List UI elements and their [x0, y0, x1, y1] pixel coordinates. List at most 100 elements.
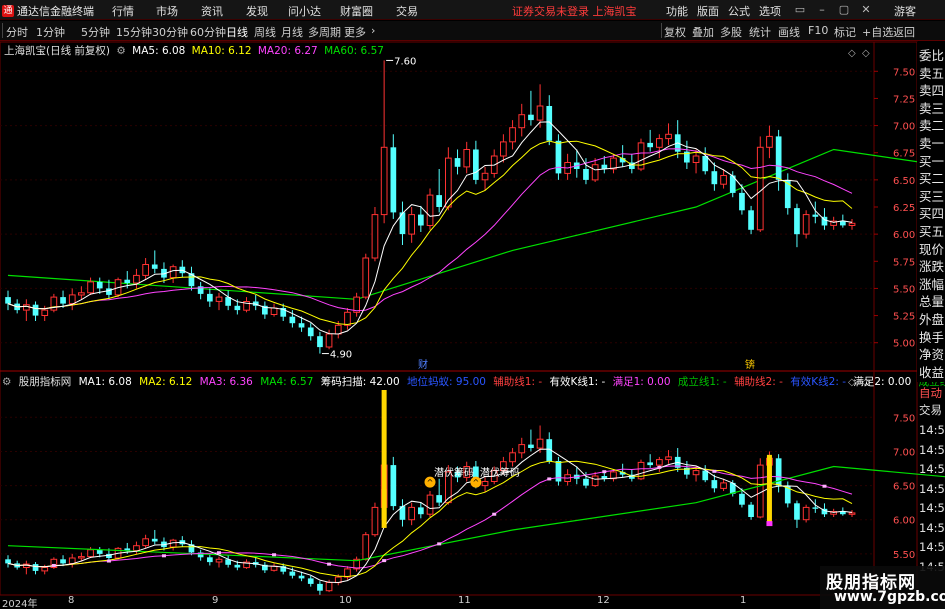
upper-chart-title: 上海凯宝(日线 前复权) ⚙ MA5: 6.08 MA10: 6.12 MA20… — [4, 43, 387, 58]
menu-layout[interactable]: 版面 — [697, 3, 719, 19]
period-30min[interactable]: 30分钟 — [152, 24, 188, 40]
period-60min[interactable]: 60分钟 — [190, 24, 226, 40]
menu-function[interactable]: 功能 — [666, 3, 688, 19]
upper-candle — [262, 305, 268, 315]
tool-f10[interactable]: F10 — [808, 24, 828, 37]
menu-market[interactable]: 市场 — [156, 3, 178, 19]
lower-candle — [583, 478, 589, 486]
tool-mark[interactable]: 标记 — [834, 24, 856, 40]
upper-candle — [583, 169, 589, 180]
upper-candle — [243, 301, 250, 311]
side-panel-item[interactable]: 卖五 — [919, 63, 944, 82]
lower-candle — [197, 552, 204, 558]
period-weekly[interactable]: 周线 — [254, 24, 276, 40]
tick-time: 14:56 — [919, 423, 945, 437]
lower-candle — [509, 452, 516, 463]
auto-label[interactable]: 自动 — [919, 385, 942, 401]
maximize-icon[interactable]: ▢ — [837, 3, 851, 16]
side-panel-item[interactable]: 现价 — [919, 239, 944, 258]
menu-formula[interactable]: 公式 — [728, 3, 750, 19]
lower-candle — [380, 464, 388, 508]
side-panel-item[interactable]: 收益 — [919, 362, 944, 381]
chip-dot — [602, 470, 607, 474]
trade-login-warning[interactable]: 证券交易未登录 上海凯宝 — [512, 3, 637, 19]
ma4-label: MA4: 6.57 — [260, 376, 314, 388]
minimize-icon[interactable]: – — [815, 3, 829, 16]
upper-candle — [720, 175, 727, 185]
side-panel-item[interactable]: 买三 — [919, 186, 944, 205]
close-icon[interactable]: ✕ — [859, 3, 873, 16]
side-panel-item[interactable]: 买一 — [919, 151, 944, 170]
period-monthly[interactable]: 月线 — [281, 24, 303, 40]
menu-wealth-circle[interactable]: 财富圈 — [340, 3, 373, 19]
tool-multi-stock[interactable]: 多股 — [720, 24, 742, 40]
menu-discover[interactable]: 发现 — [246, 3, 268, 19]
tool-overlay[interactable]: 叠加 — [692, 24, 714, 40]
upper-y-tick: 6.25 — [893, 203, 915, 214]
tool-adjust[interactable]: 复权 — [664, 24, 686, 40]
side-panel-item[interactable]: 总量 — [919, 291, 944, 310]
lower-y-tick: 5.50 — [893, 550, 915, 561]
period-1min[interactable]: 1分钟 — [36, 24, 65, 40]
upper-candle — [142, 264, 150, 276]
upper-candle — [629, 162, 635, 169]
lower-candle — [5, 559, 11, 564]
side-panel-item[interactable]: 卖一 — [919, 133, 944, 152]
side-panel-item[interactable]: 买四 — [919, 203, 944, 222]
menu-quotes[interactable]: 行情 — [112, 3, 134, 19]
tool-stats[interactable]: 统计 — [749, 24, 771, 40]
upper-candle — [775, 136, 782, 180]
side-panel-item[interactable]: 外盘 — [919, 309, 944, 328]
menu-options[interactable]: 选项 — [759, 3, 781, 19]
upper-candle — [848, 222, 856, 227]
side-panel-item[interactable]: 买二 — [919, 168, 944, 187]
lower-candle — [702, 470, 709, 481]
side-panel-item[interactable]: 卖四 — [919, 80, 944, 99]
period-5min[interactable]: 5分钟 — [81, 24, 110, 40]
menu-trade[interactable]: 交易 — [396, 3, 418, 19]
finance-marker: 财 — [418, 358, 428, 371]
indicator-gear-icon[interactable]: ⚙ — [2, 376, 11, 388]
side-panel-item[interactable]: 涨跌 — [919, 256, 944, 275]
tool-draw[interactable]: 画线 — [778, 24, 800, 40]
lower-candle — [262, 564, 268, 571]
kline-chart[interactable]: ^潜伏筹码^潜伏筹码 7.507.257.006.756.506.256.005… — [0, 0, 945, 609]
settings-gear-icon[interactable]: ⚙ — [116, 45, 125, 57]
restore-icon[interactable]: ▭ — [793, 3, 807, 16]
side-panel-item[interactable]: 买五 — [919, 221, 944, 240]
menu-ask-xiaoda[interactable]: 问小达 — [288, 3, 321, 19]
side-panel-item[interactable]: 换手 — [919, 327, 944, 346]
lower-candle — [848, 512, 856, 515]
lower-candle — [812, 507, 819, 509]
lower-candle — [106, 553, 112, 558]
side-panel-item[interactable]: 卖二 — [919, 115, 944, 134]
tool-add-watchlist[interactable]: +自选 — [862, 24, 893, 40]
period-daily[interactable]: 日线 — [226, 24, 248, 40]
upper-candle — [298, 323, 305, 328]
upper-candle — [739, 192, 745, 211]
period-tick[interactable]: 分时 — [6, 24, 28, 40]
chip-scan-label: 筹码扫描: 42.00 — [320, 376, 400, 388]
app-logo-icon: 通 — [2, 5, 14, 17]
guest-login[interactable]: 游客 — [894, 3, 916, 19]
period-multi[interactable]: 多周期 — [308, 24, 341, 40]
side-panel-item[interactable]: 涨幅 — [919, 274, 944, 293]
lower-candle — [151, 538, 158, 542]
lower-candle — [674, 456, 681, 468]
menu-news[interactable]: 资讯 — [201, 3, 223, 19]
period-more[interactable]: 更多 — [344, 24, 366, 40]
more-chevron-icon[interactable]: › — [371, 24, 375, 37]
tool-back[interactable]: 返回 — [893, 24, 915, 40]
lower-candle — [289, 571, 296, 576]
trade-label[interactable]: 交易 — [919, 402, 942, 418]
lower-candle — [225, 559, 231, 565]
side-panel-item[interactable]: 净资 — [919, 344, 944, 363]
candles-group — [5, 60, 856, 354]
side-panel-item[interactable]: 委比 — [919, 45, 944, 64]
chip-dot — [382, 559, 387, 563]
period-15min[interactable]: 15分钟 — [116, 24, 152, 40]
ma2-line — [7, 460, 853, 578]
ma20-line — [7, 148, 853, 312]
upper-candle — [536, 105, 544, 121]
side-panel-item[interactable]: 卖三 — [919, 98, 944, 117]
